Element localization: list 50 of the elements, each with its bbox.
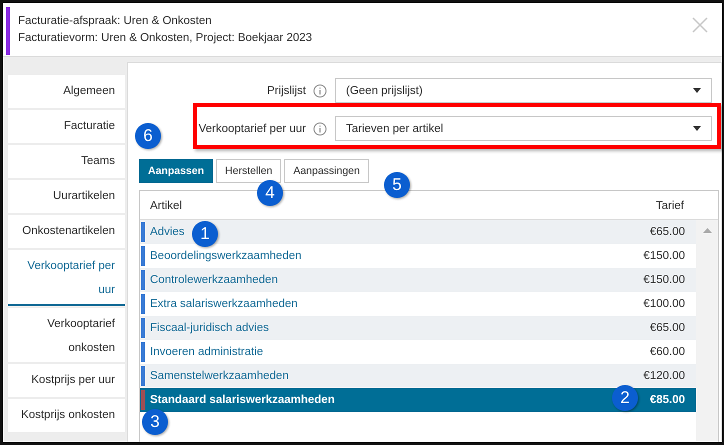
sidebar-item[interactable]: Facturatie: [8, 110, 125, 143]
field-label: Verkooptarief per uur: [198, 122, 306, 134]
table-cell: Standaard salariswerkzaamheden: [150, 394, 335, 406]
table-cell: €150.00: [643, 274, 685, 286]
tab-button[interactable]: Aanpassingen: [284, 159, 369, 183]
table-cell: €65.00: [650, 226, 685, 238]
sidebar-item[interactable]: Teams: [8, 145, 125, 178]
table-cell: €120.00: [643, 370, 685, 382]
step-badge: 4: [257, 180, 283, 206]
step-badge: 5: [384, 172, 410, 198]
table-cell: €100.00: [643, 298, 685, 310]
sidebar-item[interactable]: Uurartikelen: [8, 180, 125, 213]
sidebar-item[interactable]: Kostprijs per uur: [8, 364, 125, 397]
scrollbar[interactable]: [696, 220, 718, 442]
dropdown[interactable]: (Geen prijslijst): [335, 78, 712, 103]
info-icon[interactable]: [313, 122, 327, 136]
sidebar-item[interactable]: Algemeen: [8, 75, 125, 108]
table-cell: Invoeren administratie: [150, 346, 264, 358]
table-row[interactable]: Samenstelwerkzaamheden €120.00: [140, 364, 696, 388]
sidebar-item[interactable]: Verkooptarief onkosten: [8, 308, 125, 362]
sidebar-item[interactable]: Onkostenartikelen: [8, 215, 125, 248]
info-icon[interactable]: [313, 84, 327, 98]
table-cell: Fiscaal-juridisch advies: [150, 322, 269, 334]
table-cell: Beoordelingswerkzaamheden: [150, 250, 302, 262]
step-badge: 3: [142, 409, 168, 435]
table-cell: €150.00: [643, 250, 685, 262]
dialog-subtitle: Facturatievorm: Uren & Onkosten, Project: Boekjaar 2023: [18, 32, 312, 44]
table-cell: Samenstelwerkzaamheden: [150, 370, 289, 382]
table-cell: Controlewerkzaamheden: [150, 274, 278, 286]
table-cell: Extra salariswerkzaamheden: [150, 298, 298, 310]
field-label: Prijslijst: [267, 84, 306, 96]
column-header: Artikel: [150, 200, 182, 214]
table-row[interactable]: Fiscaal-juridisch advies €65.00: [140, 316, 696, 340]
sidebar-item[interactable]: Kostprijs onkosten: [8, 399, 125, 432]
sidebar-item[interactable]: Verkooptarief per uur: [8, 250, 125, 306]
caret-icon: [693, 126, 701, 131]
table-cell: €60.00: [650, 346, 685, 358]
step-badge: 6: [135, 123, 161, 149]
table-cell: €85.00: [650, 394, 685, 406]
close-icon[interactable]: [692, 17, 708, 33]
table-cell: €65.00: [650, 322, 685, 334]
table-row[interactable]: Controlewerkzaamheden €150.00: [140, 268, 696, 292]
tab-button[interactable]: Aanpassen: [139, 159, 214, 183]
scroll-up-icon[interactable]: [702, 228, 712, 233]
tab-button[interactable]: Herstellen: [216, 159, 282, 183]
column-header: Tarief: [656, 200, 684, 214]
dropdown[interactable]: Tarieven per artikel: [335, 116, 712, 141]
caret-icon: [693, 88, 701, 93]
dialog-title: Facturatie-afspraak: Uren & Onkosten: [18, 15, 213, 27]
table-cell: Advies: [150, 226, 185, 238]
